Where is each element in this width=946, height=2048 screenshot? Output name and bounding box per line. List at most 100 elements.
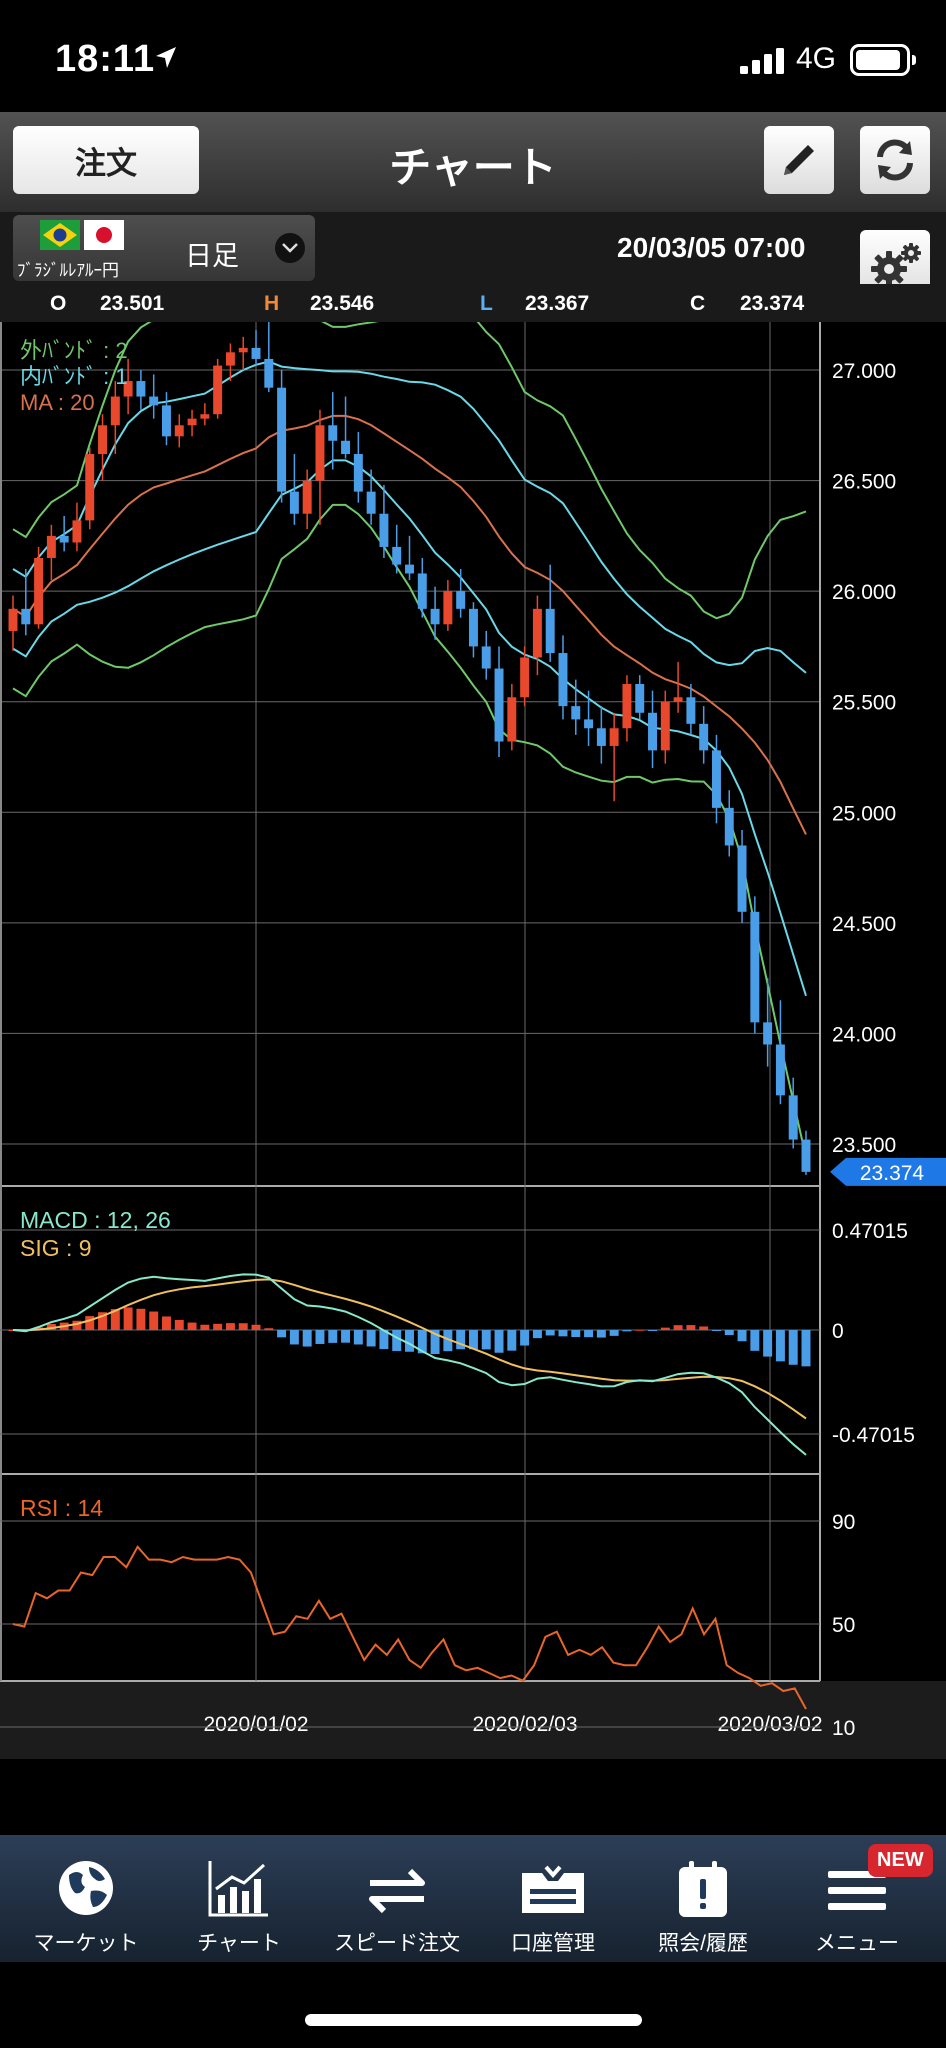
macd-histogram-bar xyxy=(302,1330,312,1347)
candle-body xyxy=(468,608,478,647)
candle-body xyxy=(405,564,414,574)
price-tick-label: 26.500 xyxy=(832,471,896,494)
tab-chart-label: チャート xyxy=(197,1932,281,1955)
candle-body xyxy=(801,1139,811,1172)
new-badge: NEW xyxy=(868,1844,933,1877)
macd-histogram-bar xyxy=(801,1330,811,1367)
candle-body xyxy=(443,591,453,625)
chart-background xyxy=(0,322,946,1759)
candle-body xyxy=(545,608,555,654)
network-type: 4G xyxy=(796,42,837,75)
macd-histogram-bar xyxy=(507,1330,517,1351)
candle-body xyxy=(622,684,632,729)
macd-histogram-bar xyxy=(136,1308,146,1330)
japan-flag-icon xyxy=(84,220,124,250)
battery-icon xyxy=(850,44,916,76)
macd-histogram-bar xyxy=(174,1319,184,1330)
macd-histogram-bar xyxy=(763,1330,773,1357)
ohlc-open-value: 23.501 xyxy=(100,292,165,315)
arrows-icon xyxy=(369,1868,425,1914)
macd-histogram-bar xyxy=(405,1330,414,1352)
globe-icon xyxy=(59,1861,113,1915)
tab-market[interactable]: マーケット xyxy=(11,1835,161,1962)
macd-histogram-bar xyxy=(686,1325,696,1330)
candle-body xyxy=(481,646,491,669)
candle-body xyxy=(609,728,619,746)
rsi-tick-label: 50 xyxy=(832,1614,855,1637)
macd-histogram-bar xyxy=(520,1330,530,1346)
macd-histogram-bar xyxy=(750,1330,760,1351)
tab-market-label: マーケット xyxy=(33,1932,139,1955)
inner-band-legend: 内ﾊﾞﾝﾄﾞ : 1 xyxy=(20,364,128,389)
macd-legend: MACD : 12, 26 xyxy=(20,1207,171,1233)
date-tick-label: 2020/01/02 xyxy=(203,1713,308,1736)
candle-body xyxy=(392,546,402,565)
price-tick-label: 26.000 xyxy=(832,581,896,604)
candle-body xyxy=(379,513,389,547)
tab-chart[interactable]: チャート xyxy=(164,1835,314,1962)
macd-histogram-bar xyxy=(456,1330,466,1350)
macd-histogram-bar xyxy=(328,1330,338,1343)
macd-histogram-bar xyxy=(699,1326,709,1330)
rsi-tick-label: 10 xyxy=(832,1717,855,1740)
macd-histogram-bar xyxy=(584,1330,594,1338)
outer-band-legend: 外ﾊﾞﾝﾄﾞ : 2 xyxy=(20,338,128,363)
candle-body xyxy=(660,701,670,751)
candle-body xyxy=(110,396,120,426)
draw-button[interactable] xyxy=(764,126,834,194)
macd-histogram-bar xyxy=(494,1330,504,1353)
price-tick-label: 25.000 xyxy=(832,802,896,825)
status-time: 18:11 xyxy=(55,38,156,80)
candle-body xyxy=(174,425,184,437)
candle-body xyxy=(750,911,760,1023)
price-tick-label: 24.000 xyxy=(832,1023,896,1046)
candle-body xyxy=(149,396,159,406)
candle-body xyxy=(430,608,440,625)
tab-speed-order[interactable]: スピード注文 xyxy=(322,1835,472,1962)
macd-tick-label: 0 xyxy=(832,1320,844,1343)
period-dropdown[interactable] xyxy=(275,233,305,263)
macd-tick-label: 0.47015 xyxy=(832,1220,908,1243)
macd-tick-label: -0.47015 xyxy=(832,1424,915,1447)
ohlc-close-value: 23.374 xyxy=(740,292,805,315)
candle-body xyxy=(494,668,504,742)
candle-body xyxy=(341,440,351,455)
candle-body xyxy=(417,573,427,609)
candle-body xyxy=(724,807,734,846)
macd-histogram-bar xyxy=(788,1330,798,1365)
ohlc-close-label: C xyxy=(690,292,706,315)
candle-body xyxy=(558,653,568,707)
price-chart[interactable]: 27.000 26.500 26.000 25.500 25.000 24.500 24.0… xyxy=(0,322,946,1759)
macd-histogram-bar xyxy=(711,1330,721,1331)
order-button[interactable]: 注文 xyxy=(13,126,199,194)
chart-icon xyxy=(208,1861,268,1917)
macd-histogram-bar xyxy=(596,1330,606,1338)
macd-histogram-bar xyxy=(609,1330,619,1336)
refresh-button[interactable] xyxy=(860,126,930,194)
macd-histogram-bar xyxy=(123,1307,133,1330)
candle-body xyxy=(277,387,287,492)
candle-body xyxy=(46,535,56,558)
macd-histogram-bar xyxy=(545,1330,555,1336)
tab-history-label: 照会/履歴 xyxy=(658,1932,748,1955)
macd-histogram-bar xyxy=(277,1330,287,1338)
date-tick-label: 2020/03/02 xyxy=(717,1713,822,1736)
candle-body xyxy=(673,697,683,702)
macd-histogram-bar xyxy=(532,1330,542,1339)
macd-histogram-bar xyxy=(225,1323,235,1330)
home-indicator[interactable] xyxy=(305,2014,642,2026)
candle-body xyxy=(686,697,696,724)
refresh-icon xyxy=(877,139,913,181)
tab-account[interactable]: 口座管理 xyxy=(478,1835,628,1962)
macd-histogram-bar xyxy=(648,1330,657,1331)
history-icon xyxy=(679,1861,727,1917)
macd-histogram-bar xyxy=(660,1327,670,1330)
ohlc-open-label: O xyxy=(50,292,67,315)
ohlc-high-label: H xyxy=(264,292,280,315)
brazil-flag-icon xyxy=(40,220,80,250)
macd-histogram-bar xyxy=(341,1330,351,1343)
macd-histogram-bar xyxy=(251,1324,261,1330)
candle-body xyxy=(763,1022,773,1045)
ma-legend: MA : 20 xyxy=(20,390,95,415)
tab-history[interactable]: 照会/履歴 xyxy=(628,1835,778,1962)
